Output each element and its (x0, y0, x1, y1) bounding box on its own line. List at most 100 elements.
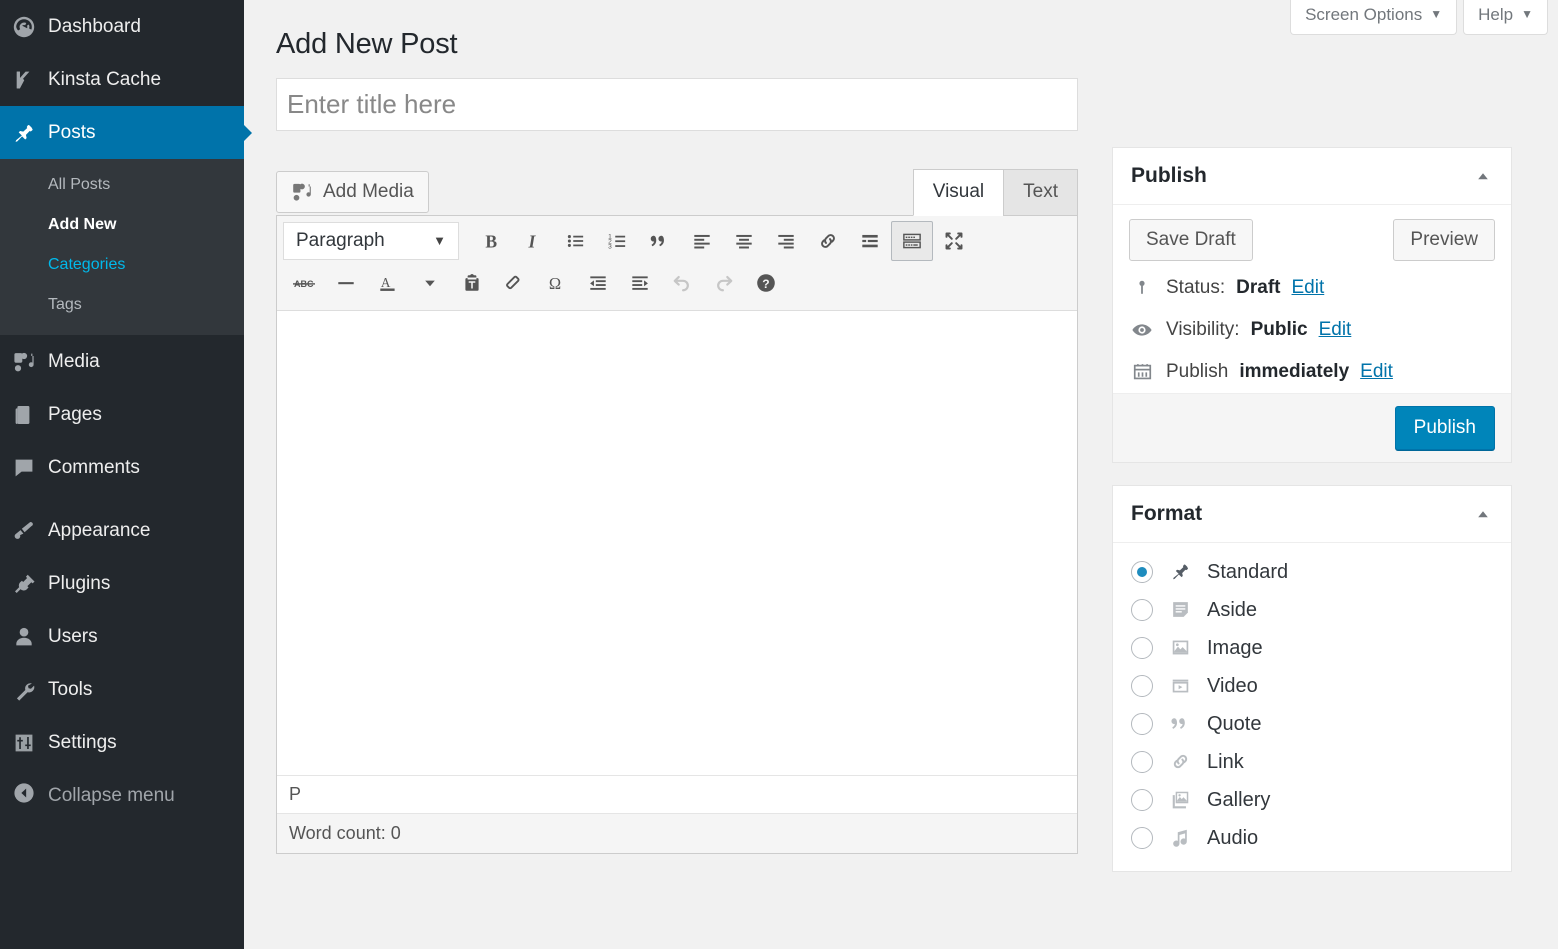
publish-button[interactable]: Publish (1395, 406, 1495, 450)
main-column: Add Media Visual Text Paragra (276, 78, 1078, 894)
format-panel-title: Format (1131, 502, 1202, 526)
undo-icon[interactable] (661, 263, 703, 303)
sidebar-item-label: Pages (48, 404, 102, 426)
help-button[interactable]: Help ▼ (1463, 0, 1548, 35)
indent-icon[interactable] (619, 263, 661, 303)
post-title-input[interactable] (276, 78, 1078, 131)
sidebar-item-dashboard[interactable]: Dashboard (0, 0, 244, 53)
bold-icon[interactable]: B (471, 221, 513, 261)
tab-text[interactable]: Text (1003, 169, 1078, 216)
editor-toolbar: Paragraph ▼ B I (277, 216, 1077, 311)
audio-icon (1167, 827, 1193, 848)
radio-standard[interactable] (1131, 561, 1153, 583)
screen-options-button[interactable]: Screen Options ▼ (1290, 0, 1457, 35)
format-option-image[interactable]: Image (1113, 629, 1511, 667)
format-option-quote[interactable]: Quote (1113, 705, 1511, 743)
aside-note-icon (1167, 599, 1193, 620)
redo-icon[interactable] (703, 263, 745, 303)
editor-columns: Add Media Visual Text Paragra (276, 78, 1538, 894)
sidebar-item-label: Appearance (48, 520, 150, 542)
tab-visual[interactable]: Visual (913, 169, 1004, 216)
schedule-value: immediately (1239, 361, 1349, 383)
text-color-caret-icon[interactable] (409, 263, 451, 303)
pages-icon (12, 403, 48, 427)
sidebar-item-posts[interactable]: Posts (0, 106, 244, 159)
sidebar-item-appearance[interactable]: Appearance (0, 504, 244, 557)
edit-schedule-link[interactable]: Edit (1360, 361, 1393, 383)
radio-image[interactable] (1131, 637, 1153, 659)
sidebar-item-users[interactable]: Users (0, 610, 244, 663)
sidebar-item-pages[interactable]: Pages (0, 388, 244, 441)
format-option-video[interactable]: Video (1113, 667, 1511, 705)
format-options-list: Standard Aside (1113, 543, 1511, 871)
special-character-icon[interactable]: Ω (535, 263, 577, 303)
collapse-menu-button[interactable]: Collapse menu (0, 769, 244, 822)
align-center-icon[interactable] (723, 221, 765, 261)
sidebar-item-settings[interactable]: Settings (0, 716, 244, 769)
edit-visibility-link[interactable]: Edit (1319, 319, 1352, 341)
paragraph-format-select[interactable]: Paragraph ▼ (283, 222, 459, 260)
radio-link[interactable] (1131, 751, 1153, 773)
editor-mode-tabs: Visual Text (914, 169, 1078, 216)
submenu-item-tags[interactable]: Tags (0, 285, 244, 325)
format-option-aside[interactable]: Aside (1113, 591, 1511, 629)
paste-as-text-icon[interactable] (451, 263, 493, 303)
admin-content: Screen Options ▼ Help ▼ Add New Post (244, 0, 1558, 949)
chevron-up-icon[interactable] (1469, 162, 1497, 190)
user-icon (12, 625, 48, 649)
sidebar-item-label: Dashboard (48, 16, 141, 38)
chevron-up-icon[interactable] (1469, 500, 1497, 528)
strikethrough-icon[interactable]: ABC (283, 263, 325, 303)
text-color-icon[interactable]: A (367, 263, 409, 303)
content-wrap: Add New Post Add Media (244, 0, 1558, 894)
insert-link-icon[interactable] (807, 221, 849, 261)
help-label: Help (1478, 4, 1513, 26)
clear-formatting-icon[interactable] (493, 263, 535, 303)
format-option-link[interactable]: Link (1113, 743, 1511, 781)
format-option-gallery[interactable]: Gallery (1113, 781, 1511, 819)
italic-icon[interactable]: I (513, 221, 555, 261)
sidebar-item-media[interactable]: Media (0, 335, 244, 388)
radio-gallery[interactable] (1131, 789, 1153, 811)
media-buttons-row: Add Media Visual Text (276, 169, 1078, 215)
blockquote-icon[interactable] (639, 221, 681, 261)
sidebar-item-plugins[interactable]: Plugins (0, 557, 244, 610)
visibility-value: Public (1251, 319, 1308, 341)
read-more-icon[interactable] (849, 221, 891, 261)
radio-video[interactable] (1131, 675, 1153, 697)
svg-text:A: A (381, 275, 391, 290)
edit-status-link[interactable]: Edit (1292, 277, 1325, 299)
toolbar-toggle-icon[interactable] (891, 221, 933, 261)
sidebar-item-label: Users (48, 626, 98, 648)
add-media-button[interactable]: Add Media (276, 171, 429, 213)
outdent-icon[interactable] (577, 263, 619, 303)
fullscreen-icon[interactable] (933, 221, 975, 261)
pin-icon (1167, 561, 1193, 582)
post-title-container (276, 78, 1078, 131)
keyboard-shortcuts-icon[interactable]: ? (745, 263, 787, 303)
align-left-icon[interactable] (681, 221, 723, 261)
radio-audio[interactable] (1131, 827, 1153, 849)
radio-quote[interactable] (1131, 713, 1153, 735)
save-draft-button[interactable]: Save Draft (1129, 219, 1253, 261)
submenu-item-all-posts[interactable]: All Posts (0, 165, 244, 205)
format-option-audio[interactable]: Audio (1113, 819, 1511, 857)
horizontal-line-icon[interactable] (325, 263, 367, 303)
bulleted-list-icon[interactable] (555, 221, 597, 261)
editor-content-area[interactable] (277, 311, 1077, 775)
media-icon (12, 350, 48, 374)
collapse-arrow-icon (12, 781, 48, 811)
editor-container: Paragraph ▼ B I (276, 215, 1078, 854)
sidebar-item-tools[interactable]: Tools (0, 663, 244, 716)
format-panel-header: Format (1113, 486, 1511, 543)
sidebar-item-comments[interactable]: Comments (0, 441, 244, 494)
quote-icon (1167, 713, 1193, 734)
numbered-list-icon[interactable]: 123 (597, 221, 639, 261)
sidebar-item-kinsta-cache[interactable]: Kinsta Cache (0, 53, 244, 106)
preview-button[interactable]: Preview (1393, 219, 1495, 261)
submenu-item-add-new[interactable]: Add New (0, 205, 244, 245)
radio-aside[interactable] (1131, 599, 1153, 621)
align-right-icon[interactable] (765, 221, 807, 261)
format-option-standard[interactable]: Standard (1113, 553, 1511, 591)
submenu-item-categories[interactable]: Categories (0, 245, 244, 285)
